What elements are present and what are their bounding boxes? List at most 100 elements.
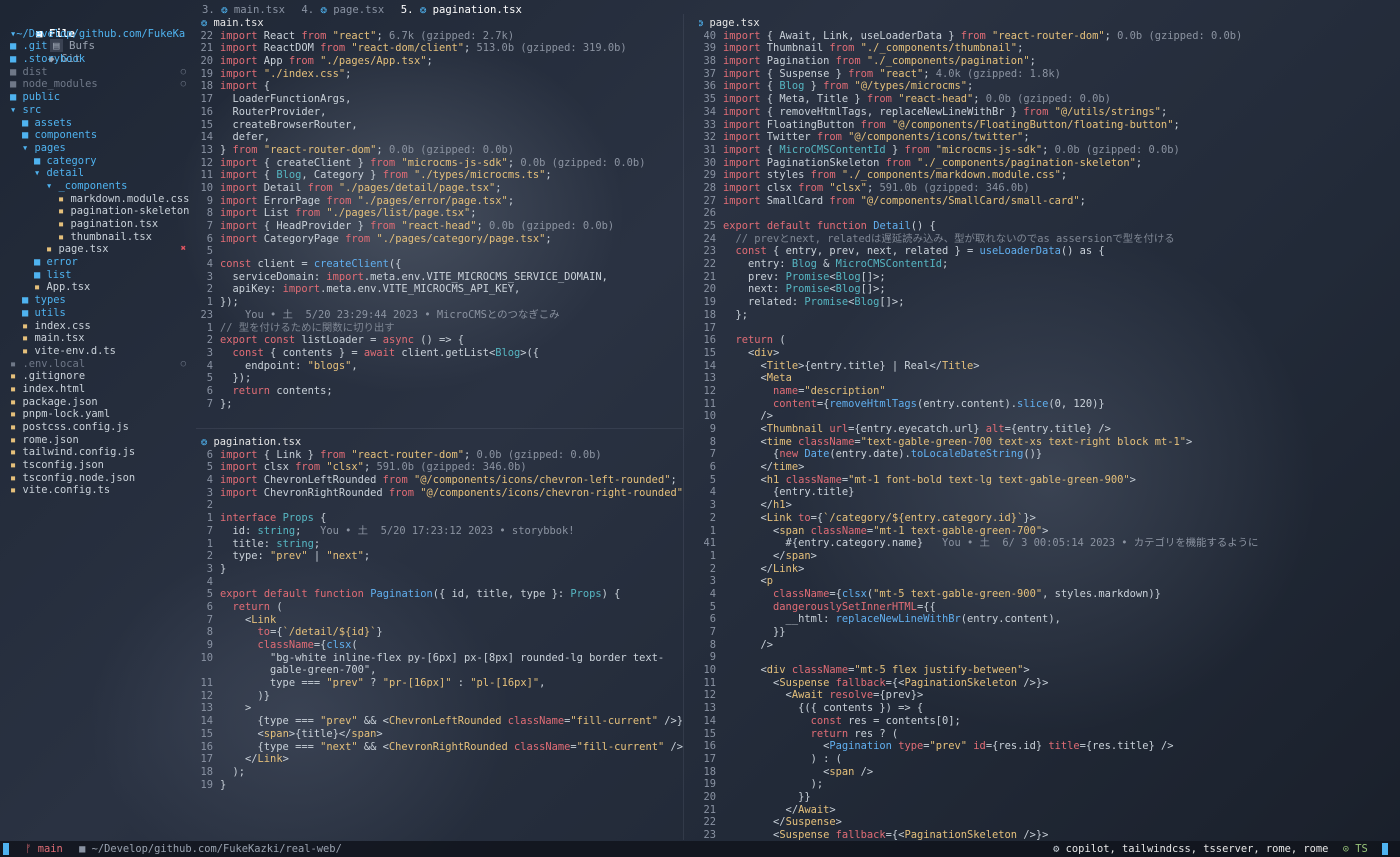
code-line[interactable]: 18 <span /> bbox=[699, 766, 1389, 779]
code-line[interactable]: 27 import SmallCard from "@/components/Sm… bbox=[699, 195, 1389, 208]
code-area[interactable]: 40 import { Await, Link, useLoaderData } … bbox=[699, 30, 1389, 842]
code-line[interactable]: 21 </Await> bbox=[699, 804, 1389, 817]
code-line[interactable]: 29 import styles from "./_components/mark… bbox=[699, 169, 1389, 182]
code-line[interactable]: 16 RouterProvider, bbox=[196, 106, 683, 119]
code-line[interactable]: 10 <div className="mt-5 flex justify-bet… bbox=[699, 664, 1389, 677]
code-line[interactable]: 11 type === "prev" ? "pr-[16px]" : "pl-[… bbox=[196, 677, 683, 690]
tree-item[interactable]: ▪ index.html bbox=[10, 383, 190, 396]
code-line[interactable]: 4 className={clsx("mt-5 text-gable-green… bbox=[699, 588, 1389, 601]
code-line[interactable]: 20 next: Promise<Blog[]>; bbox=[699, 283, 1389, 296]
code-line[interactable]: 15 return res ? ( bbox=[699, 728, 1389, 741]
code-line[interactable]: 15 <div> bbox=[699, 347, 1389, 360]
code-line[interactable]: 3 const { contents } = await client.getL… bbox=[196, 347, 683, 360]
code-line[interactable]: 3 </h1> bbox=[699, 499, 1389, 512]
tree-item[interactable]: ■ utils bbox=[10, 307, 190, 320]
code-line[interactable]: 6 return contents; bbox=[196, 385, 683, 398]
code-line[interactable]: 41 #{entry.category.name} You • 土 6/ 3 0… bbox=[699, 537, 1389, 550]
tree-item[interactable]: ■ dist ○ bbox=[10, 66, 190, 79]
code-line[interactable]: 19 import "./index.css"; bbox=[196, 68, 683, 81]
code-line[interactable]: 37 import { Suspense } from "react"; 4.0k… bbox=[699, 68, 1389, 81]
tree-item[interactable]: ■ .git bbox=[10, 40, 190, 53]
code-line[interactable]: 9 import ErrorPage from "./pages/error/pa… bbox=[196, 195, 683, 208]
tree-item[interactable]: ■ list bbox=[10, 269, 190, 282]
tree-item[interactable]: ▪ tsconfig.json bbox=[10, 459, 190, 472]
tab-pagination[interactable]: 5. ❂ pagination.tsx bbox=[401, 4, 522, 16]
code-line[interactable]: 6 import { Link } from "react-router-dom"… bbox=[196, 449, 683, 462]
code-line[interactable]: 15 <span>{title}</span> bbox=[196, 728, 683, 741]
code-line[interactable]: 17 </Link> bbox=[196, 753, 683, 766]
code-line[interactable]: 34 import { removeHtmlTags, replaceNewLin… bbox=[699, 106, 1389, 119]
code-line[interactable]: 25 export default function Detail() { bbox=[699, 220, 1389, 233]
editor-page-tsx[interactable]: ❂ page.tsx 40 import { Await, Link, useLo… bbox=[699, 17, 1389, 842]
code-line[interactable]: 8 import List from "./pages/list/page.tsx… bbox=[196, 207, 683, 220]
code-line[interactable]: 21 import ReactDOM from "react-dom/client… bbox=[196, 42, 683, 55]
code-line[interactable]: 9 className={clsx( bbox=[196, 639, 683, 652]
code-line[interactable]: 4 import ChevronLeftRounded from "@/compo… bbox=[196, 474, 683, 487]
code-line[interactable]: 13 {({ contents }) => { bbox=[699, 702, 1389, 715]
tree-item[interactable]: ■ node_modules ○ bbox=[10, 78, 190, 91]
tree-item[interactable]: ■ error bbox=[10, 256, 190, 269]
code-line[interactable]: 11 content={removeHtmlTags(entry.content… bbox=[699, 398, 1389, 411]
code-line[interactable]: 1}); bbox=[196, 296, 683, 309]
code-line[interactable]: 4 {entry.title} bbox=[699, 486, 1389, 499]
code-line[interactable]: 12 name="description" bbox=[699, 385, 1389, 398]
code-line[interactable]: 3} bbox=[196, 563, 683, 576]
code-line[interactable]: 12 <Await resolve={prev}> bbox=[699, 689, 1389, 702]
explorer-root[interactable]: ▾~/Develop/github.com/FukeKa bbox=[10, 28, 190, 41]
code-line[interactable]: 23 const { entry, prev, next, related } … bbox=[699, 245, 1389, 258]
code-line[interactable]: 19 related: Promise<Blog[]>; bbox=[699, 296, 1389, 309]
tree-item[interactable]: ▪ pagination.tsx bbox=[10, 218, 190, 231]
tree-item[interactable]: ▪ App.tsx bbox=[10, 281, 190, 294]
code-line[interactable]: 26 bbox=[699, 207, 1389, 220]
code-area[interactable]: 22 import React from "react"; 6.7k (gzipp… bbox=[196, 30, 683, 411]
tree-item[interactable]: ▪ pnpm-lock.yaml bbox=[10, 408, 190, 421]
code-line[interactable]: 18 ); bbox=[196, 766, 683, 779]
code-line[interactable]: 12 )} bbox=[196, 690, 683, 703]
code-line[interactable]: 14 <Title>{entry.title} | Real</Title> bbox=[699, 360, 1389, 373]
code-line[interactable]: 20 }} bbox=[699, 791, 1389, 804]
tree-item[interactable]: ▪ pagination-skeleton bbox=[10, 205, 190, 218]
code-line[interactable]: 1 </span> bbox=[699, 550, 1389, 563]
tree-item[interactable]: ■ .storybook bbox=[10, 53, 190, 66]
code-line[interactable]: 6 return ( bbox=[196, 601, 683, 614]
tree-item[interactable]: ▪ .gitignore bbox=[10, 370, 190, 383]
tree-item[interactable]: ▾ src bbox=[10, 104, 190, 117]
code-line[interactable]: 13} from "react-router-dom"; 0.0b (gzipp… bbox=[196, 144, 683, 157]
code-line[interactable]: 17 ) : ( bbox=[699, 753, 1389, 766]
code-line[interactable]: 17 LoaderFunctionArgs, bbox=[196, 93, 683, 106]
code-line[interactable]: 40 import { Await, Link, useLoaderData } … bbox=[699, 30, 1389, 43]
code-line[interactable]: 7 id: string; You • 土 5/20 17:23:12 2023… bbox=[196, 525, 683, 538]
code-line[interactable]: 3 <p bbox=[699, 575, 1389, 588]
code-line[interactable]: 17 bbox=[699, 322, 1389, 335]
code-line[interactable]: gable-green-700", bbox=[196, 664, 683, 677]
tab-main[interactable]: 3. ❂ main.tsx bbox=[202, 4, 285, 16]
code-line[interactable]: 5 bbox=[196, 245, 683, 258]
code-line[interactable]: 2 <Link to={`/category/${entry.category.… bbox=[699, 512, 1389, 525]
tree-item[interactable]: ▾ pages bbox=[10, 142, 190, 155]
code-line[interactable]: 20 import App from "./pages/App.tsx"; bbox=[196, 55, 683, 68]
code-line[interactable]: 35 import { Meta, Title } from "react-hea… bbox=[699, 93, 1389, 106]
code-line[interactable]: 10 import Detail from "./pages/detail/pag… bbox=[196, 182, 683, 195]
tree-item[interactable]: ▪ page.tsx ✖ bbox=[10, 243, 190, 256]
code-line[interactable]: 32 import Twitter from "@/components/icon… bbox=[699, 131, 1389, 144]
code-line[interactable]: 5 <h1 className="mt-1 font-bold text-lg … bbox=[699, 474, 1389, 487]
tree-item[interactable]: ▪ main.tsx bbox=[10, 332, 190, 345]
code-line[interactable]: 2 apiKey: import.meta.env.VITE_MICROCMS_… bbox=[196, 283, 683, 296]
code-line[interactable]: 3 serviceDomain: import.meta.env.VITE_MI… bbox=[196, 271, 683, 284]
code-line[interactable]: 9 <Thumbnail url={entry.eyecatch.url} al… bbox=[699, 423, 1389, 436]
code-line[interactable]: 31 import { MicroCMSContentId } from "mic… bbox=[699, 144, 1389, 157]
code-line[interactable]: 1 <span className="mt-1 text-gable-green… bbox=[699, 525, 1389, 538]
code-line[interactable]: 23 <Suspense fallback={<PaginationSkelet… bbox=[699, 829, 1389, 842]
tree-item[interactable]: ▪ postcss.config.js bbox=[10, 421, 190, 434]
code-line[interactable]: 5 dangerouslySetInnerHTML={{ bbox=[699, 601, 1389, 614]
code-line[interactable]: 14 const res = contents[0]; bbox=[699, 715, 1389, 728]
code-area[interactable]: 6 import { Link } from "react-router-dom"… bbox=[196, 449, 683, 792]
tree-item[interactable]: ■ category bbox=[10, 155, 190, 168]
code-line[interactable]: 5 }); bbox=[196, 372, 683, 385]
code-line[interactable]: 6 __html: replaceNewLineWithBr(entry.con… bbox=[699, 613, 1389, 626]
code-line[interactable]: 21 prev: Promise<Blog[]>; bbox=[699, 271, 1389, 284]
code-line[interactable]: 23 You • 土 5/20 23:29:44 2023 • MicroCMS… bbox=[196, 309, 683, 322]
tree-item[interactable]: ▪ package.json bbox=[10, 396, 190, 409]
code-line[interactable]: 36 import { Blog } from "@/types/microcms… bbox=[699, 80, 1389, 93]
code-line[interactable]: 9 bbox=[699, 651, 1389, 664]
